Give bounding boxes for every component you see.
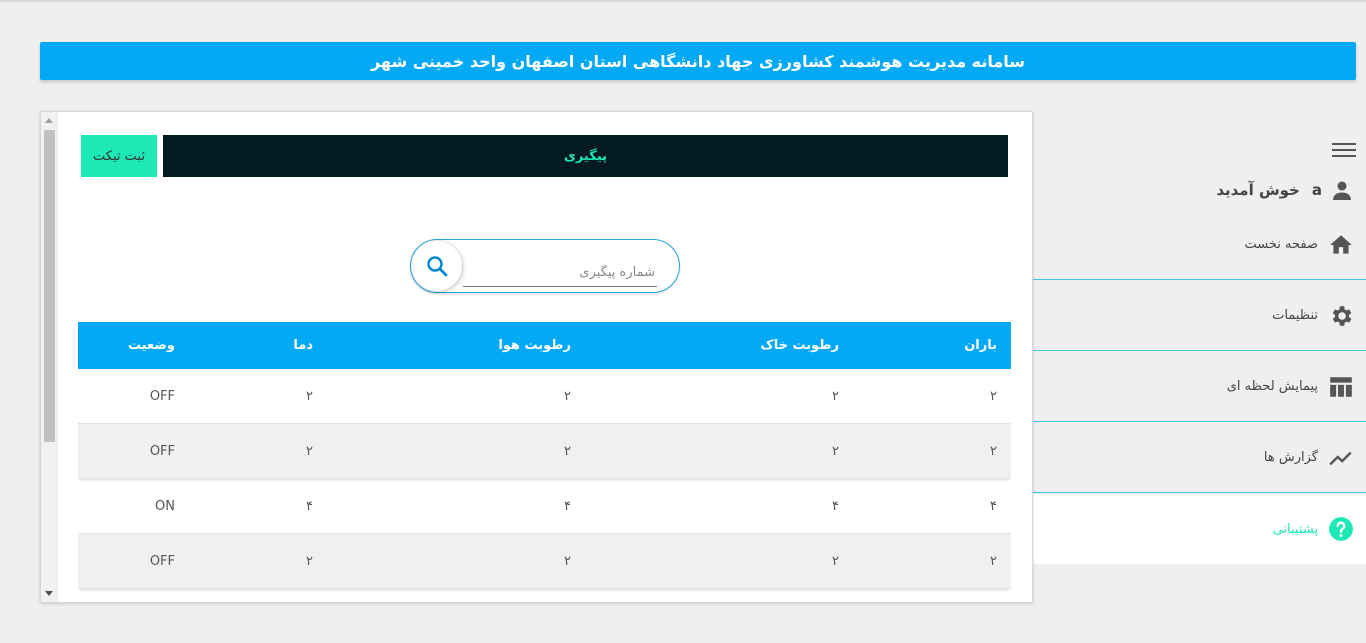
sidebar-item-reports[interactable]: گزارش ها — [1032, 423, 1366, 493]
cell-soil-humidity: ۲ — [832, 443, 839, 459]
panel-title-text: پیگیری — [563, 148, 608, 164]
cell-status: ON — [155, 498, 175, 514]
sidebar: a خوش آمدید صفحه نخست تنظیمات پیمایش لحظ… — [1032, 130, 1366, 565]
cell-air-humidity: ۲ — [564, 553, 571, 569]
menu-icon[interactable] — [1332, 140, 1356, 160]
table-header-row: باران رطوبت خاک رطوبت هوا دما وضعیت — [78, 322, 1011, 369]
scroll-down-arrow-icon[interactable] — [45, 591, 53, 596]
panel-title: پیگیری — [163, 135, 1008, 177]
cell-air-humidity: ۲ — [564, 388, 571, 404]
cell-soil-humidity: ۴ — [832, 498, 839, 514]
column-header-status: وضعیت — [127, 338, 175, 353]
cell-rain: ۲ — [990, 388, 997, 404]
sidebar-item-label: تنظیمات — [1272, 308, 1318, 323]
cell-rain: ۲ — [990, 553, 997, 569]
search-button[interactable] — [412, 241, 462, 291]
gear-icon — [1332, 305, 1352, 326]
main-panel: ثبت تیکت پیگیری باران رطوبت خاک رطوبت هو… — [40, 111, 1033, 603]
sidebar-item-label: پیمایش لحظه ای — [1226, 379, 1318, 394]
cell-status: OFF — [149, 553, 175, 569]
search-icon — [427, 256, 448, 277]
sidebar-item-settings[interactable]: تنظیمات — [1032, 281, 1366, 351]
column-header-rain: باران — [964, 338, 997, 353]
cell-temperature: ۴ — [306, 498, 313, 514]
cell-air-humidity: ۲ — [564, 443, 571, 459]
cell-temperature: ۲ — [306, 388, 313, 404]
sidebar-item-label: پشتیبانی — [1272, 521, 1318, 537]
trending-icon — [1329, 451, 1352, 465]
tracking-number-input[interactable] — [463, 258, 657, 287]
cell-temperature: ۲ — [306, 443, 313, 459]
help-icon — [1329, 517, 1353, 541]
user-icon — [1333, 181, 1351, 200]
submit-ticket-button[interactable]: ثبت تیکت — [81, 135, 157, 177]
table-row: ۴ ۴ ۴ ۴ ON — [78, 479, 1011, 534]
app-header: سامانه مدیریت هوشمند کشاورزی جهاد دانشگا… — [40, 42, 1356, 80]
sidebar-item-label: صفحه نخست — [1244, 237, 1318, 252]
table-row: ۲ ۲ ۲ ۲ OFF — [78, 533, 1011, 589]
cell-air-humidity: ۴ — [564, 498, 571, 514]
table-row: ۲ ۲ ۲ ۲ OFF — [78, 369, 1011, 424]
home-icon — [1330, 234, 1352, 254]
welcome-message: a خوش آمدید — [1216, 178, 1354, 202]
top-border — [0, 0, 1366, 2]
app-title: سامانه مدیریت هوشمند کشاورزی جهاد دانشگا… — [370, 51, 1026, 71]
cell-soil-humidity: ۲ — [832, 553, 839, 569]
sidebar-item-live-monitor[interactable]: پیمایش لحظه ای — [1032, 352, 1366, 422]
cell-status: OFF — [149, 443, 175, 459]
cell-rain: ۴ — [990, 498, 997, 514]
sidebar-item-support[interactable]: پشتیبانی — [1032, 494, 1366, 564]
table-icon — [1330, 376, 1352, 397]
cell-soil-humidity: ۲ — [832, 388, 839, 404]
cell-status: OFF — [149, 388, 175, 404]
sidebar-item-home[interactable]: صفحه نخست — [1032, 210, 1366, 280]
search-box — [410, 239, 680, 293]
welcome-text: خوش آمدید — [1216, 181, 1300, 199]
data-table: باران رطوبت خاک رطوبت هوا دما وضعیت ۲ ۲ … — [78, 322, 1011, 589]
cell-rain: ۲ — [990, 443, 997, 459]
column-header-air-humidity: رطوبت هوا — [498, 338, 571, 353]
cell-temperature: ۲ — [306, 553, 313, 569]
table-row: ۲ ۲ ۲ ۲ OFF — [78, 423, 1011, 479]
column-header-soil-humidity: رطوبت خاک — [760, 338, 839, 353]
welcome-user: a — [1311, 181, 1322, 199]
column-header-temperature: دما — [293, 338, 313, 353]
sidebar-item-label: گزارش ها — [1263, 450, 1318, 465]
scrollbar[interactable] — [41, 112, 58, 602]
scroll-up-arrow-icon[interactable] — [45, 118, 53, 123]
scroll-thumb[interactable] — [44, 130, 55, 442]
